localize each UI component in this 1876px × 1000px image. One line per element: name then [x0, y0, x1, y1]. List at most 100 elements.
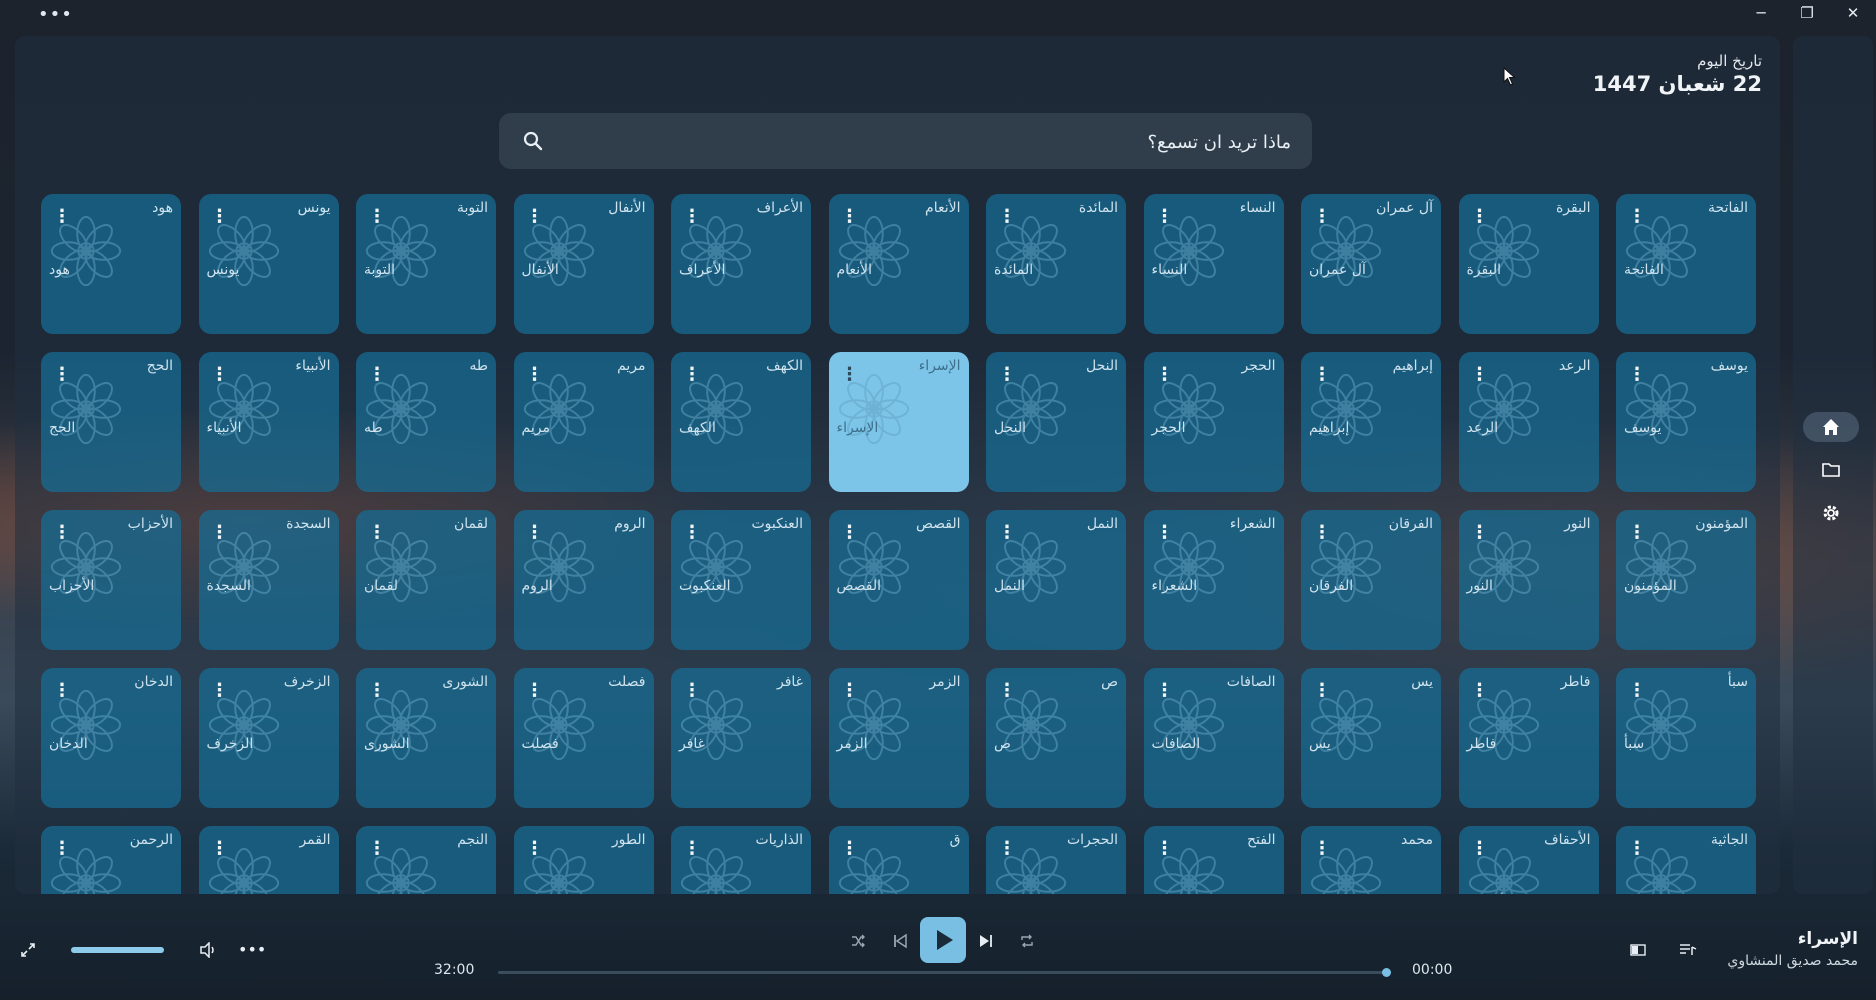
surah-tile[interactable]: لقمان لقمان ⋮: [356, 510, 496, 650]
tile-menu-button[interactable]: ⋮: [526, 840, 544, 860]
tile-menu-button[interactable]: ⋮: [683, 682, 701, 702]
surah-tile[interactable]: الأنعام الأنعام ⋮: [828, 194, 969, 334]
surah-tile[interactable]: الدخان الدخان ⋮: [41, 668, 181, 808]
seek-bar[interactable]: [498, 971, 1387, 974]
surah-tile[interactable]: التوبة التوبة ⋮: [356, 194, 496, 334]
surah-tile[interactable]: الزخرف الزخرف ⋮: [198, 668, 339, 808]
surah-tile[interactable]: النحل النحل ⋮: [986, 352, 1126, 492]
surah-tile[interactable]: آل عمران آل عمران ⋮: [1301, 194, 1441, 334]
tile-menu-button[interactable]: ⋮: [1313, 208, 1331, 228]
surah-tile[interactable]: الطورالطور⋮: [513, 826, 654, 894]
tile-menu-button[interactable]: ⋮: [1156, 524, 1174, 544]
next-icon[interactable]: [978, 933, 994, 949]
mini-player-icon[interactable]: [1630, 943, 1646, 957]
tile-menu-button[interactable]: ⋮: [1471, 524, 1489, 544]
tile-menu-button[interactable]: ⋮: [1628, 524, 1646, 544]
tile-menu-button[interactable]: ⋮: [998, 840, 1016, 860]
surah-tile[interactable]: الحجراتالحجرات⋮: [986, 826, 1126, 894]
surah-tile[interactable]: القصص القصص ⋮: [828, 510, 969, 650]
surah-tile[interactable]: يس يس ⋮: [1301, 668, 1441, 808]
surah-tile[interactable]: هود هود ⋮: [41, 194, 181, 334]
tile-menu-button[interactable]: ⋮: [1471, 208, 1489, 228]
tile-menu-button[interactable]: ⋮: [53, 682, 71, 702]
volume-slider[interactable]: [71, 947, 164, 953]
surah-tile[interactable]: الأنفال الأنفال ⋮: [513, 194, 654, 334]
tile-menu-button[interactable]: ⋮: [368, 524, 386, 544]
tile-menu-button[interactable]: ⋮: [1313, 524, 1331, 544]
surah-tile[interactable]: النور النور ⋮: [1458, 510, 1599, 650]
search-icon[interactable]: [523, 131, 543, 151]
surah-tile[interactable]: النمل النمل ⋮: [986, 510, 1126, 650]
surah-tile[interactable]: الذارياتالذاريات⋮: [671, 826, 811, 894]
tile-menu-button[interactable]: ⋮: [683, 840, 701, 860]
surah-tile[interactable]: الفتحالفتح⋮: [1143, 826, 1284, 894]
now-playing-title[interactable]: الإسراء: [1798, 929, 1858, 949]
tile-menu-button[interactable]: ⋮: [998, 524, 1016, 544]
tile-menu-button[interactable]: ⋮: [841, 208, 859, 228]
repeat-icon[interactable]: [1019, 933, 1035, 949]
surah-tile[interactable]: الشورى الشورى ⋮: [356, 668, 496, 808]
tile-menu-button[interactable]: ⋮: [841, 682, 859, 702]
tile-menu-button[interactable]: ⋮: [211, 366, 229, 386]
tile-menu-button[interactable]: ⋮: [998, 208, 1016, 228]
surah-tile[interactable]: الفرقان الفرقان ⋮: [1301, 510, 1441, 650]
shuffle-icon[interactable]: [850, 933, 866, 949]
surah-tile[interactable]: الأعراف الأعراف ⋮: [671, 194, 811, 334]
surah-tile[interactable]: الزمر الزمر ⋮: [828, 668, 969, 808]
nav-folder-button[interactable]: [1803, 455, 1859, 485]
tile-menu-button[interactable]: ⋮: [368, 366, 386, 386]
surah-tile[interactable]: فصلت فصلت ⋮: [513, 668, 654, 808]
tile-menu-button[interactable]: ⋮: [998, 366, 1016, 386]
surah-tile[interactable]: يونس يونس ⋮: [198, 194, 339, 334]
tile-menu-button[interactable]: ⋮: [683, 524, 701, 544]
tile-menu-button[interactable]: ⋮: [1313, 840, 1331, 860]
nav-home-button[interactable]: [1803, 412, 1859, 442]
close-button[interactable]: ✕: [1838, 4, 1868, 26]
tile-menu-button[interactable]: ⋮: [368, 840, 386, 860]
surah-tile[interactable]: المائدة المائدة ⋮: [986, 194, 1126, 334]
tile-menu-button[interactable]: ⋮: [1471, 682, 1489, 702]
surah-tile[interactable]: فاطر فاطر ⋮: [1458, 668, 1599, 808]
tile-menu-button[interactable]: ⋮: [53, 840, 71, 860]
tile-menu-button[interactable]: ⋮: [526, 366, 544, 386]
tile-menu-button[interactable]: ⋮: [1628, 208, 1646, 228]
surah-tile[interactable]: النساء النساء ⋮: [1143, 194, 1284, 334]
tile-menu-button[interactable]: ⋮: [526, 208, 544, 228]
surah-tile[interactable]: الأنبياء الأنبياء ⋮: [198, 352, 339, 492]
surah-tile[interactable]: السجدة السجدة ⋮: [198, 510, 339, 650]
surah-tile[interactable]: الكهف الكهف ⋮: [671, 352, 811, 492]
surah-tile[interactable]: محمدمحمد⋮: [1301, 826, 1441, 894]
surah-tile[interactable]: الفاتحة الفاتحة ⋮: [1616, 194, 1756, 334]
tile-menu-button[interactable]: ⋮: [1471, 840, 1489, 860]
tile-menu-button[interactable]: ⋮: [1471, 366, 1489, 386]
surah-tile[interactable]: مريم مريم ⋮: [513, 352, 654, 492]
seek-knob[interactable]: [1382, 968, 1391, 977]
tile-menu-button[interactable]: ⋮: [1313, 366, 1331, 386]
surah-tile[interactable]: قق⋮: [828, 826, 969, 894]
tile-menu-button[interactable]: ⋮: [841, 524, 859, 544]
tile-menu-button[interactable]: ⋮: [1156, 682, 1174, 702]
tile-menu-button[interactable]: ⋮: [1156, 366, 1174, 386]
tile-menu-button[interactable]: ⋮: [683, 208, 701, 228]
minimize-button[interactable]: ─: [1746, 4, 1776, 26]
search-input[interactable]: [559, 113, 1293, 171]
previous-icon[interactable]: [892, 933, 908, 949]
playlist-icon[interactable]: [1679, 943, 1697, 957]
tile-menu-button[interactable]: ⋮: [211, 682, 229, 702]
surah-tile[interactable]: ص ص ⋮: [986, 668, 1126, 808]
tile-menu-button[interactable]: ⋮: [841, 840, 859, 860]
tile-menu-button[interactable]: ⋮: [53, 208, 71, 228]
tile-menu-button[interactable]: ⋮: [53, 366, 71, 386]
now-playing-reciter[interactable]: محمد صديق المنشاوي: [1718, 953, 1858, 969]
surah-tile[interactable]: الحجر الحجر ⋮: [1143, 352, 1284, 492]
tile-menu-button[interactable]: ⋮: [1628, 682, 1646, 702]
search-box[interactable]: [499, 113, 1312, 171]
tile-menu-button[interactable]: ⋮: [211, 524, 229, 544]
surah-tile[interactable]: الأحزاب الأحزاب ⋮: [41, 510, 181, 650]
speaker-icon[interactable]: [199, 942, 217, 958]
tile-menu-button[interactable]: ⋮: [53, 524, 71, 544]
maximize-button[interactable]: ❐: [1792, 4, 1822, 26]
tile-menu-button[interactable]: ⋮: [841, 366, 859, 386]
surah-tile[interactable]: الشعراء الشعراء ⋮: [1143, 510, 1284, 650]
surah-tile[interactable]: إبراهيم إبراهيم ⋮: [1301, 352, 1441, 492]
